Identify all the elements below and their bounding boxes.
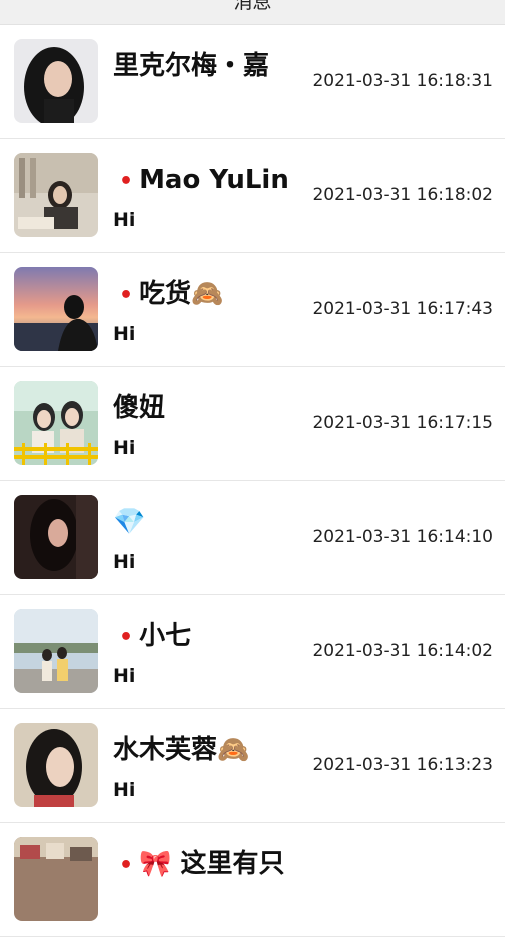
conversation-list: •里克尔梅・嘉 2021-03-31 16:18:31 •Mao YuLin H… <box>0 25 505 937</box>
message-time: 2021-03-31 16:17:43 <box>312 299 493 319</box>
contact-name-line: •里克尔梅・嘉 <box>113 49 269 83</box>
contact-name: 小七 <box>139 621 192 651</box>
conversation-row[interactable]: •💎 Hi 2021-03-31 16:14:10 <box>0 481 505 595</box>
conversation-row[interactable]: • 吃货🙈 Hi 2021-03-31 16:17:43 <box>0 253 505 367</box>
avatar[interactable] <box>14 153 98 237</box>
contact-name: 💎 <box>113 507 146 537</box>
header-bar: 消息 <box>0 0 505 25</box>
contact-name: 水木芙蓉🙈 <box>113 735 250 765</box>
message-time: 2021-03-31 16:14:10 <box>312 527 493 547</box>
message-preview: Hi <box>113 779 136 801</box>
contact-name-line: •💎 <box>113 505 145 539</box>
message-preview: Hi <box>113 437 136 459</box>
avatar[interactable] <box>14 837 98 921</box>
conversation-row[interactable]: • 小七 Hi 2021-03-31 16:14:02 <box>0 595 505 709</box>
avatar[interactable] <box>14 723 98 807</box>
contact-name: 🎀 这里有只 <box>139 849 285 879</box>
message-preview: Hi <box>113 209 136 231</box>
contact-name: 里克尔梅・嘉 <box>113 51 270 81</box>
contact-name-line: • Mao YuLin <box>113 163 289 199</box>
avatar[interactable] <box>14 39 98 123</box>
avatar[interactable] <box>14 495 98 579</box>
contact-name-line: •水木芙蓉🙈 <box>113 733 249 767</box>
message-preview: Hi <box>113 323 136 345</box>
conversation-row[interactable]: • Mao YuLin Hi 2021-03-31 16:18:02 <box>0 139 505 253</box>
message-time: 2021-03-31 16:13:23 <box>312 755 493 775</box>
conversation-row[interactable]: • 🎀 这里有只 <box>0 823 505 937</box>
message-time: 2021-03-31 16:14:02 <box>312 641 493 661</box>
contact-name-line: • 吃货🙈 <box>113 277 223 313</box>
unread-dot: • <box>119 283 134 308</box>
message-preview: Hi <box>113 551 136 573</box>
page-title: 消息 <box>233 0 272 13</box>
contact-name: 吃货🙈 <box>139 279 224 309</box>
message-time: 2021-03-31 16:17:15 <box>312 413 493 433</box>
message-time: 2021-03-31 16:18:02 <box>312 185 493 205</box>
conversation-row[interactable]: •水木芙蓉🙈 Hi 2021-03-31 16:13:23 <box>0 709 505 823</box>
conversation-row[interactable]: •傻妞 Hi 2021-03-31 16:17:15 <box>0 367 505 481</box>
avatar[interactable] <box>14 267 98 351</box>
conversation-row[interactable]: •里克尔梅・嘉 2021-03-31 16:18:31 <box>0 25 505 139</box>
avatar[interactable] <box>14 381 98 465</box>
contact-name-line: • 小七 <box>113 619 191 655</box>
contact-name: Mao YuLin <box>139 165 289 195</box>
unread-dot: • <box>119 625 134 650</box>
message-time: 2021-03-31 16:18:31 <box>312 71 493 91</box>
contact-name-line: •傻妞 <box>113 391 165 425</box>
message-preview: Hi <box>113 665 136 687</box>
contact-name-line: • 🎀 这里有只 <box>113 847 285 883</box>
unread-dot: • <box>119 169 134 194</box>
contact-name: 傻妞 <box>113 393 166 423</box>
unread-dot: • <box>119 853 134 878</box>
avatar[interactable] <box>14 609 98 693</box>
